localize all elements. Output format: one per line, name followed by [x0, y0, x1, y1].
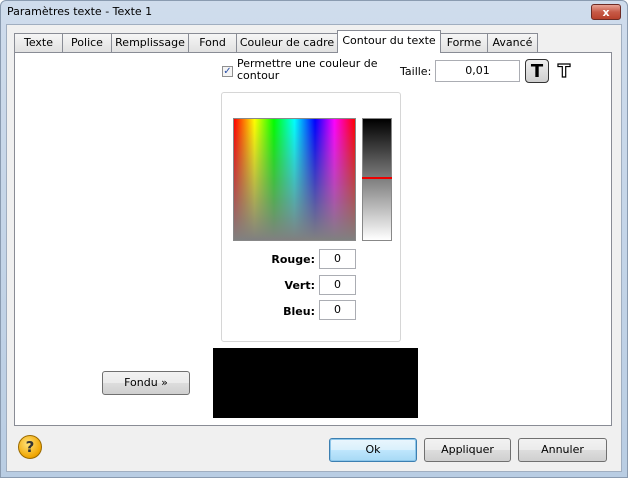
red-input[interactable]: 0 — [319, 249, 356, 269]
luminance-slider[interactable] — [362, 118, 392, 241]
outline-style-hollow-button[interactable]: T — [552, 59, 576, 83]
size-input[interactable]: 0,01 — [435, 60, 520, 82]
outline-style-bold-button[interactable]: T — [525, 59, 549, 83]
outline-color-checkbox[interactable]: ✓ — [222, 66, 233, 77]
window-title: Paramètres texte - Texte 1 — [7, 5, 153, 18]
red-label: Rouge: — [271, 253, 315, 266]
apply-button[interactable]: Appliquer — [424, 438, 511, 462]
bold-t-icon: T — [530, 60, 544, 82]
outline-color-checkbox-label: Permettre une couleur de contour — [237, 57, 378, 82]
cancel-button[interactable]: Annuler — [518, 438, 607, 462]
tab-couleur-de-cadre[interactable]: Couleur de cadre — [236, 33, 338, 52]
hue-saturation-field[interactable] — [233, 118, 356, 241]
hollow-t-icon: T — [557, 60, 571, 82]
tab-avance[interactable]: Avancé — [487, 33, 538, 52]
close-button[interactable]: x — [591, 4, 621, 20]
tab-texte[interactable]: Texte — [14, 33, 63, 52]
tab-police[interactable]: Police — [62, 33, 112, 52]
green-label: Vert: — [284, 279, 315, 292]
color-preview — [213, 348, 418, 418]
size-label: Taille: — [400, 65, 432, 78]
title-bar: Paramètres texte - Texte 1 x — [0, 0, 628, 24]
blue-input[interactable]: 0 — [319, 300, 356, 320]
close-icon: x — [602, 5, 610, 19]
tab-remplissage[interactable]: Remplissage — [111, 33, 189, 52]
tab-fond[interactable]: Fond — [188, 33, 237, 52]
green-input[interactable]: 0 — [319, 275, 356, 295]
tab-forme[interactable]: Forme — [440, 33, 488, 52]
blue-label: Bleu: — [283, 305, 315, 318]
tab-contour-du-texte[interactable]: Contour du texte — [337, 30, 441, 53]
ok-button[interactable]: Ok — [329, 438, 417, 462]
help-question-icon[interactable]: ? — [18, 435, 42, 459]
luminance-slider-marker[interactable] — [362, 177, 392, 179]
fade-button[interactable]: Fondu » — [102, 371, 190, 395]
